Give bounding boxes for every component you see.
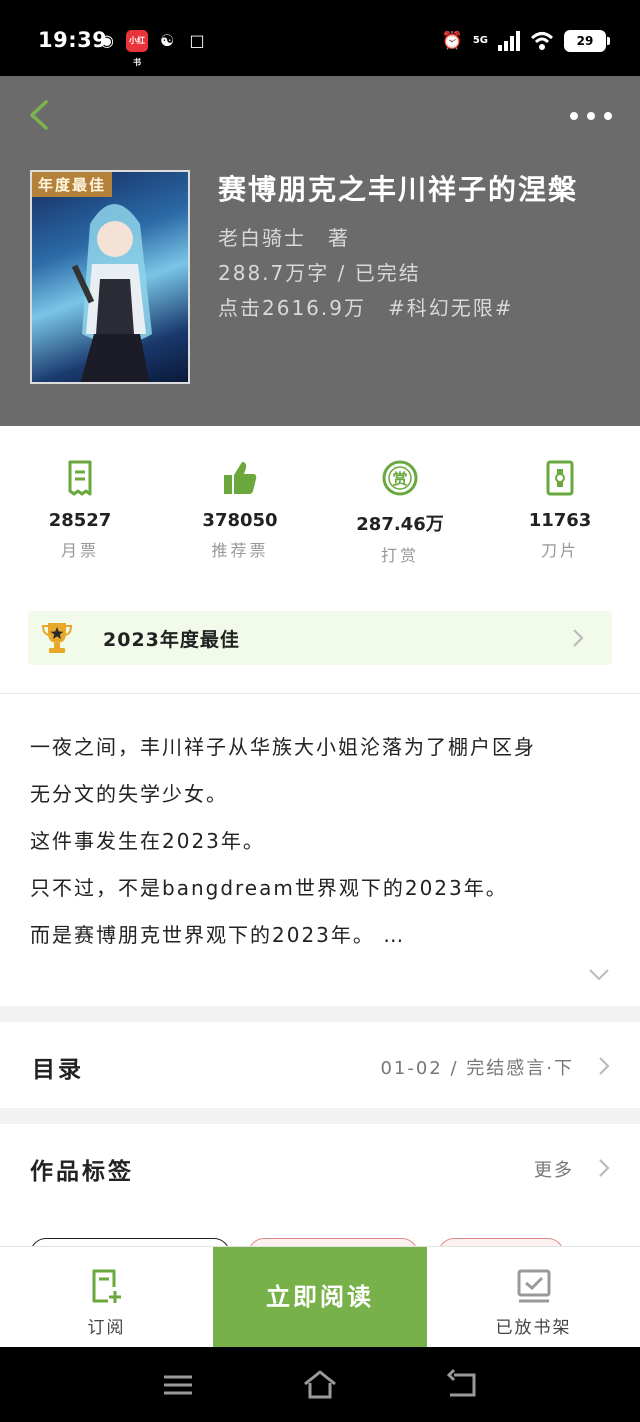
stat-monthly-ticket[interactable]: 28527 月票 — [0, 458, 160, 561]
stat-label: 刀片 — [540, 541, 579, 560]
dot-icon — [604, 112, 612, 120]
stat-recommend-ticket[interactable]: 378050 推荐票 — [160, 458, 320, 561]
trophy-icon — [42, 623, 72, 653]
tags-row: 作品标签 更多 — [0, 1124, 640, 1246]
battery-indicator: 29 — [564, 30, 610, 52]
award-banner[interactable]: 2023年度最佳 — [28, 611, 612, 665]
bookshelf-button[interactable]: 已放书架 — [427, 1247, 640, 1347]
cover-badge: 年度最佳 — [32, 172, 113, 197]
system-nav-bar — [0, 1347, 640, 1422]
section-gap — [0, 1006, 640, 1022]
synopsis[interactable]: 一夜之间，丰川祥子从华族大小姐沦落为了棚户区身 无分文的失学少女。 这件事发生在… — [30, 724, 610, 959]
synopsis-line: 一夜之间，丰川祥子从华族大小姐沦落为了棚户区身 — [30, 735, 536, 759]
chevron-right-icon — [573, 629, 584, 647]
back-button[interactable] — [24, 96, 56, 134]
award-label: 2023年度最佳 — [103, 629, 240, 651]
menu-icon[interactable] — [160, 1367, 196, 1403]
status-app-icons: ◉ 小红书 ☯ □ — [96, 30, 208, 67]
book-title: 赛博朋克之丰川祥子的涅槃 — [218, 173, 579, 206]
synopsis-line: 无分文的失学少女。 — [30, 782, 228, 806]
synopsis-line: 只不过，不是bangdream世界观下的2023年。 — [30, 876, 508, 900]
svg-text:赏: 赏 — [392, 470, 407, 488]
book-author[interactable]: 老白骑士 著 — [218, 222, 350, 251]
stat-value: 378050 — [202, 510, 278, 531]
blade-icon — [546, 460, 574, 496]
chevron-right-icon — [599, 1159, 610, 1177]
dot-icon — [570, 112, 578, 120]
alipay-icon: □ — [189, 31, 205, 50]
xiaohongshu-icon: 小红书 — [126, 30, 148, 67]
subscribe-label: 订阅 — [87, 1318, 126, 1338]
tags-more-link[interactable]: 更多 — [534, 1156, 574, 1182]
wifi-icon — [530, 32, 554, 50]
book-header: 年度最佳 赛博朋克之丰川祥子的涅槃 老白骑士 著 288.7万字 / 已完结 点… — [0, 76, 640, 426]
network-type: 5G — [472, 35, 488, 46]
section-gap — [0, 1108, 640, 1124]
synopsis-line: 而是赛博朋克世界观下的2023年。 … — [30, 923, 406, 947]
chevron-right-icon — [599, 1057, 610, 1075]
stat-value: 11763 — [528, 510, 592, 531]
expand-chevron-icon[interactable] — [588, 968, 610, 982]
section-divider — [0, 693, 640, 694]
synopsis-line: 这件事发生在2023年。 — [30, 829, 265, 853]
read-now-button[interactable]: 立即阅读 — [213, 1247, 427, 1347]
thumbs-up-icon — [224, 462, 257, 494]
status-bar: 19:39 ◉ 小红书 ☯ □ ⏰ 5G 29 — [0, 0, 640, 76]
subscribe-button[interactable]: 订阅 — [0, 1247, 213, 1347]
weibo-icon: ◉ — [100, 31, 114, 50]
stat-label: 打赏 — [380, 546, 419, 565]
stats-row: 28527 月票 378050 推荐票 赏 287.46万 打赏 11763 刀… — [0, 426, 640, 586]
toc-latest-chapter: 01-02 / 完结感言·下 — [380, 1058, 574, 1079]
reward-icon: 赏 — [382, 460, 418, 496]
toc-title: 目录 — [32, 1057, 84, 1083]
home-icon[interactable] — [302, 1367, 338, 1403]
handshake-icon: ☯ — [159, 31, 175, 50]
stat-value: 28527 — [48, 510, 112, 531]
stat-label: 推荐票 — [211, 541, 269, 560]
stat-reward[interactable]: 赏 287.46万 打赏 — [320, 458, 480, 566]
more-options-button[interactable] — [570, 110, 612, 122]
subscribe-icon — [92, 1269, 121, 1303]
signal-icon — [498, 31, 520, 51]
book-word-count-status: 288.7万字 / 已完结 — [218, 261, 421, 285]
bookshelf-check-icon — [517, 1269, 550, 1303]
bottom-action-bar: 订阅 立即阅读 已放书架 — [0, 1246, 640, 1347]
tags-title: 作品标签 — [30, 1159, 134, 1185]
cover-illustration — [71, 204, 152, 382]
stat-value: 287.46万 — [356, 514, 444, 535]
status-system-icons: ⏰ 5G 29 — [441, 30, 610, 52]
monthly-ticket-icon — [68, 460, 92, 496]
stat-label: 月票 — [60, 541, 99, 560]
back-nav-icon[interactable] — [444, 1367, 480, 1403]
alarm-icon: ⏰ — [441, 31, 463, 51]
dot-icon — [587, 112, 595, 120]
toc-row[interactable]: 目录 01-02 / 完结感言·下 — [0, 1022, 640, 1108]
bookshelf-label: 已放书架 — [495, 1318, 572, 1338]
book-cover[interactable]: 年度最佳 — [30, 170, 190, 384]
stat-blade[interactable]: 11763 刀片 — [480, 458, 640, 561]
book-clicks-category: 点击2616.9万 #科幻无限# — [218, 296, 514, 320]
